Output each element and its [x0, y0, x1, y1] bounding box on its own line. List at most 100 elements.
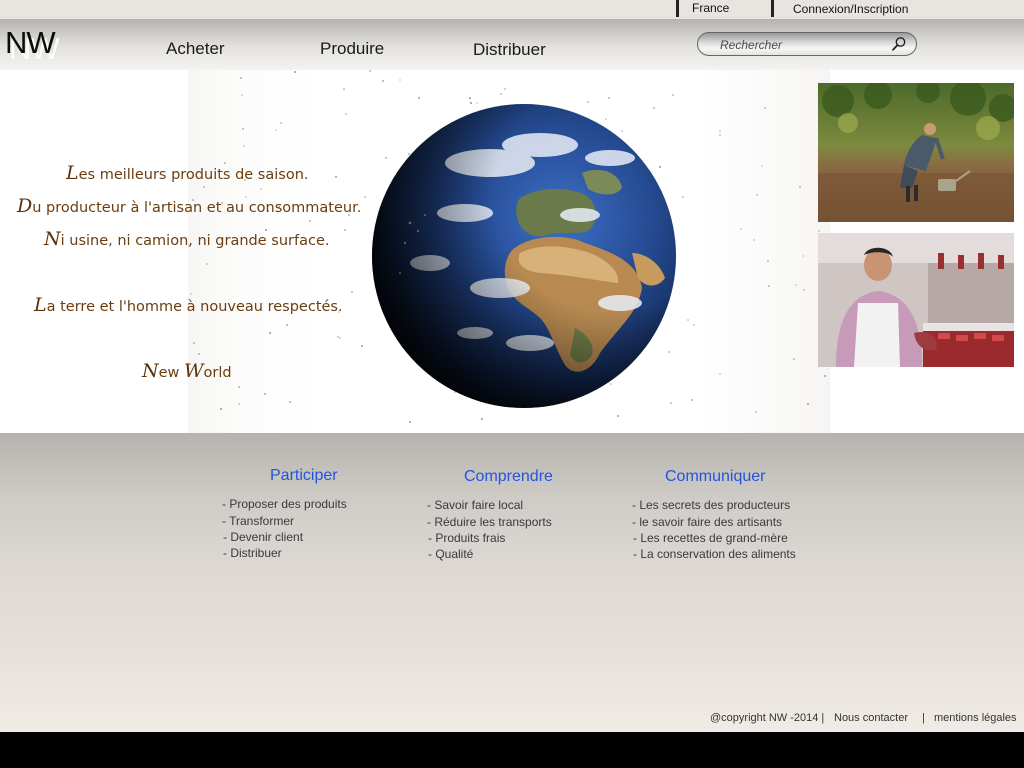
star-dot [500, 93, 502, 95]
star-dot [240, 77, 242, 79]
nav-produire[interactable]: Produire [320, 39, 384, 59]
star-dot [344, 229, 346, 231]
star-dot [693, 324, 695, 326]
star-dot [691, 399, 693, 401]
star-dot [767, 260, 769, 262]
star-dot [469, 97, 471, 99]
link-secrets-producteurs[interactable]: - Les secrets des producteurs [632, 498, 790, 512]
link-devenir-client[interactable]: - Devenir client [223, 530, 303, 544]
star-dot [198, 353, 200, 355]
star-dot [687, 319, 689, 321]
footer-area: Participer - Proposer des produits - Tra… [0, 433, 1024, 732]
star-dot [289, 401, 291, 403]
footer-divider: | [922, 712, 925, 724]
column-title-participer[interactable]: Participer [270, 467, 338, 485]
link-qualite[interactable]: - Qualité [428, 547, 473, 561]
star-dot [364, 196, 366, 198]
star-dot [799, 186, 801, 188]
star-dot [238, 386, 240, 388]
column-title-comprendre[interactable]: Comprendre [464, 468, 553, 486]
star-dot [755, 411, 757, 413]
star-dot [753, 239, 755, 241]
link-savoir-faire-local[interactable]: - Savoir faire local [427, 498, 523, 512]
star-dot [294, 71, 296, 73]
search-box [697, 32, 917, 56]
star-dot [719, 130, 721, 132]
search-icon[interactable] [891, 36, 907, 52]
star-dot [345, 113, 347, 115]
star-dot [243, 145, 245, 147]
hero-line-2: Du producteur à l'artisan et au consomma… [17, 195, 362, 217]
star-dot [269, 332, 271, 334]
legal-notice-link[interactable]: mentions légales [934, 712, 1017, 724]
star-dot [335, 176, 337, 178]
star-dot [803, 289, 805, 291]
star-dot [795, 284, 797, 286]
star-dot [756, 194, 758, 196]
star-dot [768, 285, 770, 287]
star-dot [260, 188, 262, 190]
link-transformer[interactable]: - Transformer [222, 514, 294, 528]
star-dot [617, 415, 619, 417]
star-dot [719, 373, 721, 375]
star-dot [206, 263, 208, 265]
star-dot [504, 88, 506, 90]
earth-globe-image [370, 103, 678, 409]
star-dot [309, 220, 311, 222]
link-recettes-grand-mere[interactable]: - Les recettes de grand-mère [633, 531, 788, 545]
photo-farmer-watering [818, 83, 1014, 222]
star-dot [203, 186, 205, 188]
hero-signature: New World [142, 360, 232, 382]
star-dot [481, 418, 483, 420]
link-proposer-produits[interactable]: - Proposer des produits [222, 497, 347, 511]
star-dot [382, 80, 384, 82]
star-dot [682, 196, 684, 198]
link-distribuer[interactable]: - Distribuer [223, 546, 282, 560]
copyright-text: @copyright NW -2014 | [710, 712, 825, 724]
star-dot [740, 228, 742, 230]
main-header: NW NW Acheter Produire Distribuer [0, 19, 1024, 70]
star-dot [337, 336, 339, 338]
star-dot [719, 134, 721, 136]
region-link[interactable]: France [692, 1, 729, 15]
star-dot [369, 70, 371, 72]
star-dot [399, 79, 401, 81]
star-dot [764, 107, 766, 109]
star-dot [241, 94, 243, 96]
star-dot [608, 97, 610, 99]
star-dot [286, 324, 288, 326]
photo-butcher [818, 233, 1014, 367]
bottom-black-bar [0, 732, 1024, 768]
star-dot [824, 375, 826, 377]
star-dot [264, 393, 266, 395]
hero-line-4: La terre et l'homme à nouveau respectés. [34, 294, 343, 316]
hero-line-1: Les meilleurs produits de saison. [66, 162, 309, 184]
star-dot [238, 403, 240, 405]
link-savoir-faire-artisants[interactable]: - le savoir faire des artisants [632, 515, 782, 529]
nav-acheter[interactable]: Acheter [166, 39, 225, 59]
search-input[interactable] [718, 36, 887, 54]
star-dot [361, 345, 363, 347]
hero-line-3: Ni usine, ni camion, ni grande surface. [44, 228, 330, 250]
star-dot [242, 128, 244, 130]
contact-link[interactable]: Nous contacter [834, 712, 908, 724]
star-dot [339, 337, 341, 339]
star-dot [193, 342, 195, 344]
link-produits-frais[interactable]: - Produits frais [428, 531, 505, 545]
star-dot [672, 94, 674, 96]
login-register-link[interactable]: Connexion/Inscription [793, 2, 908, 16]
link-conservation-aliments[interactable]: - La conservation des aliments [633, 547, 796, 561]
star-dot [761, 165, 763, 167]
star-dot [802, 255, 804, 257]
column-title-communiquer[interactable]: Communiquer [665, 468, 765, 486]
star-dot [351, 291, 353, 293]
star-dot [280, 122, 282, 124]
nav-distribuer[interactable]: Distribuer [473, 40, 546, 60]
link-reduire-transports[interactable]: - Réduire les transports [427, 515, 552, 529]
star-dot [418, 97, 420, 99]
divider [676, 0, 679, 17]
star-dot [818, 230, 820, 232]
divider [771, 0, 774, 17]
star-dot [275, 129, 277, 131]
site-logo[interactable]: NW [5, 25, 56, 61]
